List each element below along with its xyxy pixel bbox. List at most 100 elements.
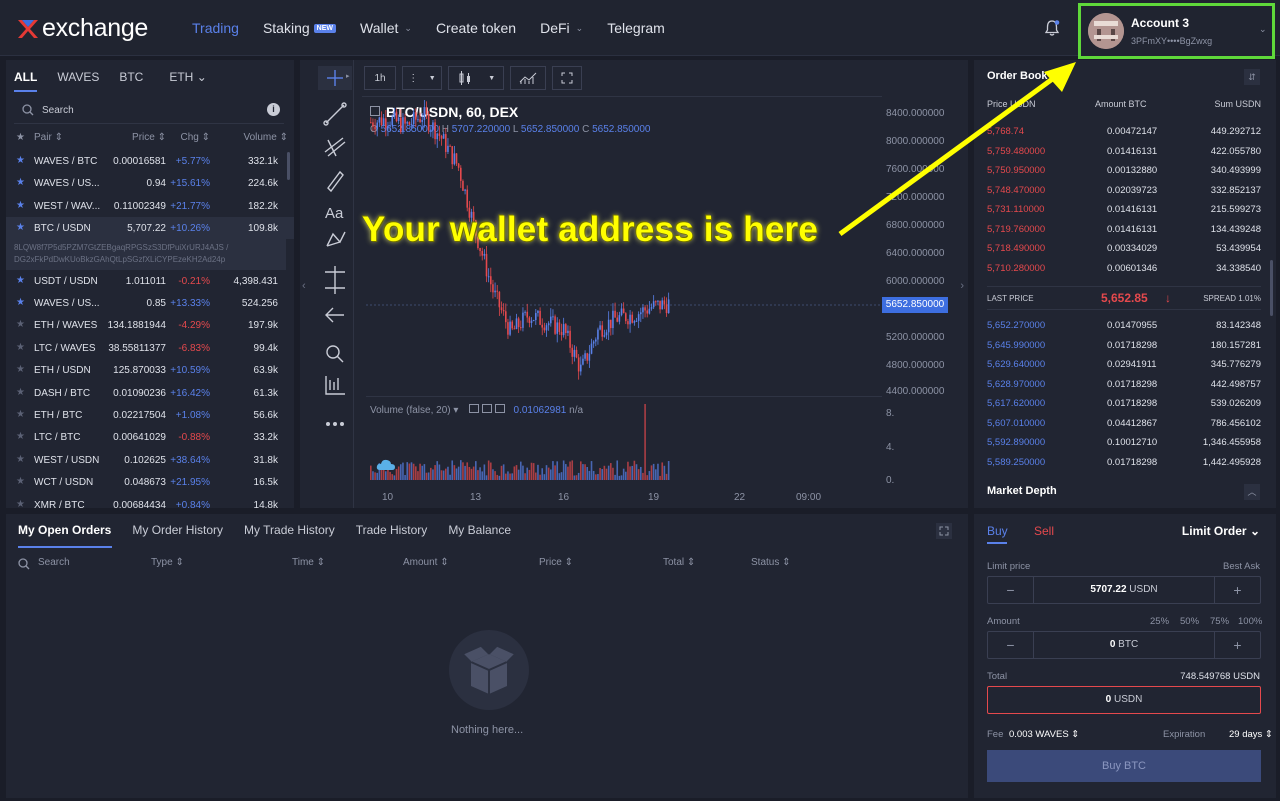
tab-btc[interactable]: BTC — [119, 70, 143, 92]
star-icon[interactable]: ★ — [16, 222, 25, 233]
pct-75[interactable]: 75% — [1210, 616, 1229, 627]
pair-row[interactable]: ★ ETH / WAVES 134.1881944 -4.29% 197.9k — [6, 314, 294, 336]
col-type[interactable]: Type ⇕ — [151, 557, 184, 568]
bid-row[interactable]: 5,607.010000 0.04412867 786.456102 — [987, 414, 1261, 433]
best-ask-link[interactable]: Best Ask — [1223, 561, 1260, 572]
bid-row[interactable]: 5,589.250000 0.01718298 1,442.495928 — [987, 453, 1261, 472]
star-icon[interactable]: ★ — [16, 409, 25, 420]
star-icon[interactable]: ★ — [16, 200, 25, 211]
account-selector[interactable]: Account 3 3PFmXY••••BgZwxg ⌄ — [1078, 3, 1275, 59]
scrollbar[interactable] — [287, 152, 290, 180]
star-icon[interactable]: ★ — [16, 499, 25, 510]
pair-search[interactable]: Search i — [14, 98, 284, 124]
pair-row[interactable]: ★ WEST / USDN 0.102625 +38.64% 31.8k — [6, 449, 294, 471]
col-price[interactable]: Price ⇕ — [539, 557, 573, 568]
chevron-right-icon[interactable]: › — [960, 280, 964, 292]
bid-row[interactable]: 5,628.970000 0.01718298 442.498757 — [987, 375, 1261, 394]
nav-trading[interactable]: Trading — [192, 20, 239, 36]
bid-row[interactable]: 5,617.620000 0.01718298 539.026209 — [987, 394, 1261, 413]
amount-input[interactable]: 0 BTC — [1034, 639, 1214, 650]
star-icon[interactable]: ★ — [16, 319, 25, 330]
expand-icon[interactable]: ︿ — [1244, 484, 1260, 500]
pair-row[interactable]: ★ WAVES / BTC 0.00016581 +5.77% 332.1k — [6, 150, 294, 172]
total-input[interactable]: 0 USDN — [987, 686, 1261, 714]
pct-25[interactable]: 25% — [1150, 616, 1169, 627]
star-icon[interactable]: ★ — [16, 387, 25, 398]
nav-create-token[interactable]: Create token — [436, 20, 516, 36]
col-status[interactable]: Status ⇕ — [751, 557, 791, 568]
bid-row[interactable]: 5,629.640000 0.02941911 345.776279 — [987, 355, 1261, 374]
star-icon[interactable]: ★ — [16, 177, 25, 188]
pair-row[interactable]: ★ ETH / BTC 0.02217504 +1.08% 56.6k — [6, 404, 294, 426]
star-icon[interactable]: ★ — [16, 364, 25, 375]
pair-row[interactable]: ★ DASH / BTC 0.01090236 +16.42% 61.3k — [6, 382, 294, 404]
col-total[interactable]: Total ⇕ — [663, 557, 695, 568]
info-icon[interactable]: i — [267, 103, 280, 116]
star-icon[interactable]: ★ — [16, 155, 25, 166]
bell-icon[interactable] — [1043, 19, 1061, 37]
plus-icon[interactable]: + — [1214, 577, 1260, 603]
pair-row[interactable]: ★ WCT / USDN 0.048673 +21.95% 16.5k — [6, 471, 294, 493]
star-icon[interactable]: ★ — [16, 476, 25, 487]
nav-telegram[interactable]: Telegram — [607, 20, 665, 36]
ask-row[interactable]: 5,710.280000 0.00601346 34.338540 — [987, 259, 1261, 278]
pair-row[interactable]: ★ BTC / USDN 5,707.22 +10.26% 109.8k — [6, 217, 294, 240]
col-chg[interactable]: Chg ⇕ — [180, 132, 210, 143]
tab-buy[interactable]: Buy — [987, 524, 1008, 538]
pair-row[interactable]: ★ LTC / WAVES 38.55811377 -6.83% 99.4k — [6, 337, 294, 359]
star-icon[interactable]: ★ — [16, 431, 25, 442]
pct-100[interactable]: 100% — [1238, 616, 1262, 627]
bid-row[interactable]: 5,652.270000 0.01470955 83.142348 — [987, 316, 1261, 335]
tab-trade-history[interactable]: Trade History — [356, 523, 428, 537]
buy-button[interactable]: Buy BTC — [987, 750, 1261, 782]
tab-eth[interactable]: ETH ⌄ — [169, 70, 206, 92]
star-icon[interactable]: ★ — [16, 454, 25, 465]
tab-my-balance[interactable]: My Balance — [448, 523, 511, 537]
col-amount[interactable]: Amount ⇕ — [403, 557, 449, 568]
collapse-icon[interactable]: ⇵ — [1244, 69, 1260, 85]
logo[interactable]: exchange — [16, 14, 148, 43]
fullscreen-icon[interactable] — [936, 523, 952, 539]
pair-row[interactable]: ★ USDT / USDN 1.011011 -0.21% 4,398.431 — [6, 270, 294, 292]
pair-row[interactable]: ★ LTC / BTC 0.00641029 -0.88% 33.2k — [6, 426, 294, 448]
star-icon[interactable]: ★ — [16, 297, 25, 308]
pair-row[interactable]: ★ WAVES / US... 0.85 +13.33% 524.256 — [6, 292, 294, 314]
scrollbar[interactable] — [1270, 260, 1273, 316]
tab-all[interactable]: ALL — [14, 70, 38, 92]
nav-wallet[interactable]: Wallet ⌄ — [360, 20, 412, 36]
fee-select[interactable]: 0.003 WAVES ⇕ — [1009, 729, 1079, 740]
nav-defi[interactable]: DeFi ⌄ — [540, 20, 583, 36]
star-icon[interactable]: ★ — [16, 342, 25, 353]
fullscreen-icon[interactable] — [552, 66, 582, 90]
bid-row[interactable]: 5,592.890000 0.10012710 1,346.455958 — [987, 433, 1261, 452]
limit-price-input[interactable]: 5707.22 USDN — [1034, 584, 1214, 595]
pair-row[interactable]: ★ WEST / WAV... 0.11002349 +21.77% 182.2… — [6, 195, 294, 217]
minus-icon[interactable]: − — [988, 577, 1034, 603]
interval-button[interactable]: 1h — [364, 66, 396, 90]
tab-my-trade-history[interactable]: My Trade History — [244, 523, 335, 537]
pair-row[interactable]: ★ WAVES / US... 0.94 +15.61% 224.6k — [6, 172, 294, 194]
order-type-select[interactable]: Limit Order ⌄ — [1182, 524, 1260, 538]
tab-my-order-history[interactable]: My Order History — [132, 523, 223, 537]
col-time[interactable]: Time ⇕ — [292, 557, 325, 568]
pct-50[interactable]: 50% — [1180, 616, 1199, 627]
chart-type-button[interactable]: ▼ — [448, 66, 504, 90]
volume-chart[interactable] — [366, 400, 882, 484]
pair-row[interactable]: ★ ETH / USDN 125.870033 +10.59% 63.9k — [6, 359, 294, 381]
expiration-select[interactable]: 29 days ⇕ — [1229, 729, 1273, 740]
chevron-left-icon[interactable]: ‹ — [302, 280, 306, 292]
bid-row[interactable]: 5,645.990000 0.01718298 180.157281 — [987, 336, 1261, 355]
tab-my-open-orders[interactable]: My Open Orders — [18, 523, 111, 537]
studies-icon[interactable] — [510, 66, 546, 90]
col-volume[interactable]: Volume ⇕ — [243, 132, 288, 143]
indicators-button[interactable]: ⋮ ▼ — [402, 66, 442, 90]
tab-sell[interactable]: Sell — [1034, 524, 1054, 538]
nav-staking[interactable]: Staking NEW — [263, 20, 336, 36]
pair-row[interactable]: ★ XMR / BTC 0.00684434 +0.84% 14.8k — [6, 494, 294, 516]
tab-waves[interactable]: WAVES — [57, 70, 99, 92]
col-pair[interactable]: Pair ⇕ — [34, 132, 63, 143]
caret-right-icon[interactable]: ▸ — [346, 72, 350, 80]
plus-icon[interactable]: + — [1214, 632, 1260, 658]
col-price[interactable]: Price ⇕ — [132, 132, 166, 143]
star-icon[interactable]: ★ — [16, 275, 25, 286]
